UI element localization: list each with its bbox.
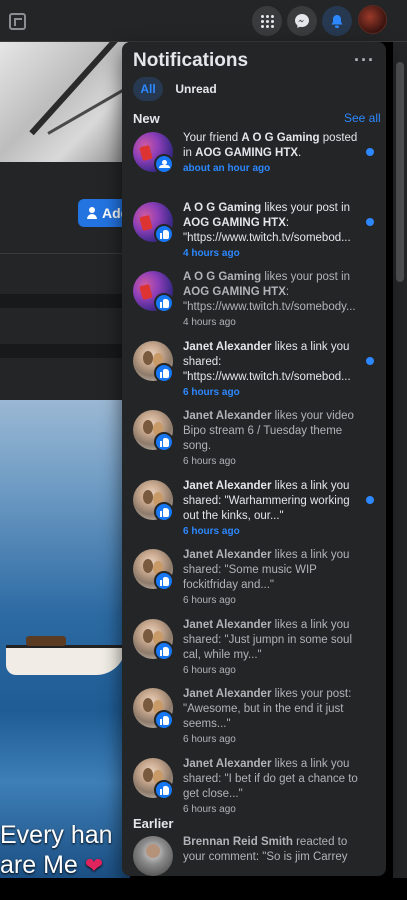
notification-action: likes your post in bbox=[261, 271, 351, 283]
notifications-panel: Notifications ··· All Unread New See all… bbox=[122, 42, 386, 876]
notification-time: 6 hours ago bbox=[183, 804, 236, 815]
notification-actor: Brennan Reid Smith bbox=[183, 836, 293, 848]
notification-time: about an hour ago bbox=[183, 163, 271, 174]
background-divider-band bbox=[0, 344, 130, 358]
apps-grid-icon bbox=[260, 14, 274, 28]
background-post-photo bbox=[0, 42, 128, 162]
notification-text: Janet Alexander likes a link you shared:… bbox=[183, 548, 363, 608]
notification-actor: A O G Gaming bbox=[183, 202, 262, 214]
thumbs-up-icon bbox=[159, 576, 169, 586]
profile-avatar[interactable] bbox=[358, 5, 387, 34]
notification-target: AOG GAMING HTX bbox=[183, 286, 286, 298]
section-earlier-label: Earlier bbox=[133, 816, 174, 831]
tab-unread[interactable]: Unread bbox=[172, 77, 220, 101]
thumbs-up-icon bbox=[159, 646, 169, 656]
thumbs-up-icon bbox=[159, 368, 169, 378]
notification-actor: Janet Alexander bbox=[183, 410, 272, 422]
background-sea-photo bbox=[0, 400, 130, 878]
notification-target: AOG GAMING HTX bbox=[183, 217, 286, 229]
thumbs-up-icon bbox=[159, 437, 169, 447]
notification-actor: A O G Gaming bbox=[183, 271, 262, 283]
notification-actor: Janet Alexander bbox=[183, 549, 272, 561]
top-bar bbox=[0, 0, 407, 42]
notification-text: A O G Gaming likes your post in AOG GAMI… bbox=[183, 201, 363, 261]
notification-text: Janet Alexander likes a link you shared:… bbox=[183, 479, 363, 539]
notification-text: Janet Alexander likes your post: "Awesom… bbox=[183, 687, 363, 747]
notifications-button[interactable] bbox=[322, 6, 352, 36]
see-all-link[interactable]: See all bbox=[344, 111, 381, 125]
tab-all[interactable]: All bbox=[133, 77, 163, 101]
page-scrollbar[interactable] bbox=[393, 42, 407, 878]
thumbs-up-icon bbox=[159, 785, 169, 795]
notification-action: likes your post in bbox=[261, 202, 351, 214]
bottom-bar bbox=[0, 878, 407, 900]
unread-dot bbox=[366, 218, 374, 226]
thumbs-up-icon bbox=[159, 298, 169, 308]
background-divider-band bbox=[0, 294, 130, 308]
bell-icon bbox=[331, 14, 343, 28]
notification-actor: Janet Alexander bbox=[183, 619, 272, 631]
notification-text: Janet Alexander likes your video Bipo st… bbox=[183, 409, 363, 469]
unread-dot bbox=[366, 148, 374, 156]
unread-dot bbox=[366, 357, 374, 365]
section-new-label: New bbox=[133, 111, 160, 126]
notification-avatar bbox=[133, 836, 173, 876]
thumbs-up-icon bbox=[159, 715, 169, 725]
like-badge-icon bbox=[154, 224, 174, 244]
like-badge-icon bbox=[154, 432, 174, 452]
more-options-icon[interactable]: ··· bbox=[354, 50, 375, 71]
background-divider bbox=[0, 253, 130, 254]
notification-text: Janet Alexander likes a link you shared:… bbox=[183, 757, 363, 817]
caption-line-2: are Me bbox=[0, 851, 78, 879]
notification-text: A O G Gaming likes your post in AOG GAMI… bbox=[183, 270, 363, 330]
like-badge-icon bbox=[154, 710, 174, 730]
notification-actor: Janet Alexander bbox=[183, 688, 272, 700]
notification-prefix: Your friend bbox=[183, 132, 242, 144]
panel-title: Notifications bbox=[133, 50, 249, 71]
app-logo-icon[interactable] bbox=[9, 13, 26, 30]
notification-time: 6 hours ago bbox=[183, 665, 236, 676]
notification-time: 6 hours ago bbox=[183, 456, 236, 467]
like-badge-icon bbox=[154, 293, 174, 313]
boat-shape bbox=[6, 636, 126, 675]
notification-time: 6 hours ago bbox=[183, 526, 240, 537]
background-profile-panel bbox=[0, 162, 130, 400]
group-badge-icon bbox=[154, 154, 174, 174]
like-badge-icon bbox=[154, 641, 174, 661]
page-scrollbar-thumb[interactable] bbox=[396, 62, 404, 282]
group-icon bbox=[158, 160, 170, 168]
notification-actor: Janet Alexander bbox=[183, 480, 272, 492]
notification-target: AOG GAMING HTX bbox=[195, 147, 299, 159]
notification-suffix: . bbox=[298, 147, 302, 159]
notification-text: Janet Alexander likes a link you shared:… bbox=[183, 340, 363, 400]
like-badge-icon bbox=[154, 571, 174, 591]
notification-actor: A O G Gaming bbox=[241, 132, 320, 144]
notification-text: Brennan Reid Smith reacted to your comme… bbox=[183, 835, 363, 865]
notification-text: Janet Alexander likes a link you shared:… bbox=[183, 618, 363, 678]
notification-actor: Janet Alexander bbox=[183, 758, 272, 770]
like-badge-icon bbox=[154, 502, 174, 522]
unread-dot bbox=[366, 496, 374, 504]
like-badge-icon bbox=[154, 780, 174, 800]
thumbs-up-icon bbox=[159, 507, 169, 517]
apps-grid-button[interactable] bbox=[252, 6, 282, 36]
notification-time: 4 hours ago bbox=[183, 317, 236, 328]
notification-time: 6 hours ago bbox=[183, 387, 240, 398]
caption-line-1: Every han bbox=[0, 821, 113, 849]
like-badge-icon bbox=[154, 363, 174, 383]
messenger-icon bbox=[295, 14, 309, 28]
notification-text: Your friend A O G Gaming posted in AOG G… bbox=[183, 131, 363, 176]
notification-time: 6 hours ago bbox=[183, 734, 236, 745]
messenger-button[interactable] bbox=[287, 6, 317, 36]
thumbs-up-icon bbox=[159, 229, 169, 239]
background-photo-caption: Every han are Me ❤ bbox=[0, 820, 130, 881]
notification-actor: Janet Alexander bbox=[183, 341, 272, 353]
notification-time: 4 hours ago bbox=[183, 248, 240, 259]
heart-icon: ❤ bbox=[84, 853, 104, 878]
notification-time: 6 hours ago bbox=[183, 595, 236, 606]
add-person-icon bbox=[86, 207, 98, 219]
